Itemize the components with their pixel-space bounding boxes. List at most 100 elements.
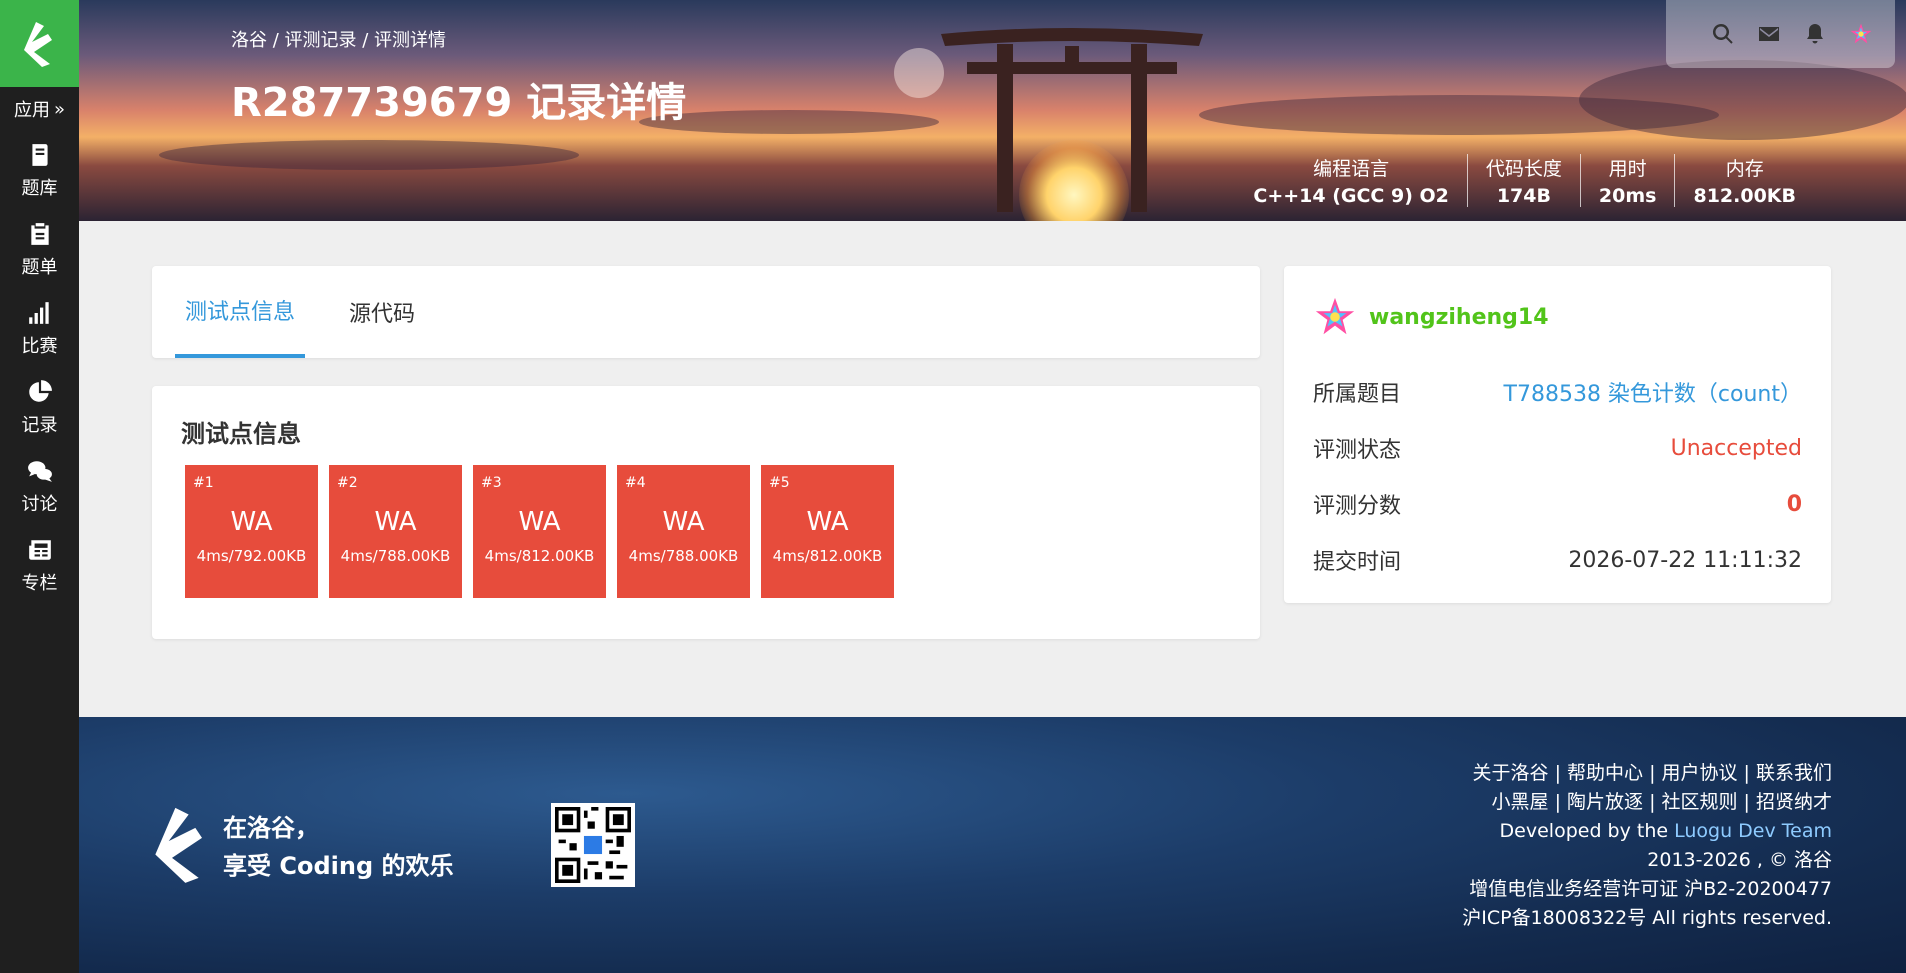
testcase-number: #2 bbox=[337, 475, 358, 491]
testcase-tile[interactable]: #3 WA 4ms/812.00KB bbox=[473, 465, 606, 598]
testcase-status: WA bbox=[518, 506, 561, 537]
info-row-score: 评测分数 0 bbox=[1313, 476, 1802, 532]
tab-testcases[interactable]: 测试点信息 bbox=[175, 266, 306, 358]
double-chevron-right-icon: » bbox=[53, 98, 65, 120]
tab-source-code[interactable]: 源代码 bbox=[339, 266, 425, 358]
info-key: 评测分数 bbox=[1313, 494, 1402, 519]
submission-info-panel: wangziheng14 所属题目 T788538 染色计数（count） 评测… bbox=[1284, 266, 1831, 603]
dev-prefix: Developed by the bbox=[1499, 820, 1675, 842]
submitter: wangziheng14 bbox=[1313, 294, 1802, 340]
user-avatar-icon[interactable] bbox=[1313, 295, 1357, 339]
info-key: 提交时间 bbox=[1313, 550, 1402, 575]
testcase-number: #4 bbox=[625, 475, 646, 491]
signal-bars-icon bbox=[28, 301, 49, 324]
sidebar-item-label: 专栏 bbox=[21, 572, 58, 594]
username-link[interactable]: wangziheng14 bbox=[1369, 305, 1549, 330]
qr-code-icon bbox=[551, 803, 635, 887]
testcase-tile[interactable]: #4 WA 4ms/788.00KB bbox=[617, 465, 750, 598]
stat-value: 812.00KB bbox=[1693, 185, 1796, 207]
score-value: 0 bbox=[1786, 491, 1802, 517]
info-row-problem: 所属题目 T788538 染色计数（count） bbox=[1313, 364, 1802, 420]
testcase-status: WA bbox=[662, 506, 705, 537]
info-row-status: 评测状态 Unaccepted bbox=[1313, 420, 1802, 476]
footer: 在洛谷， 享受 Coding 的欢乐 关于洛谷 | 帮助中心 | 用户协议 | … bbox=[79, 717, 1906, 973]
submission-stats: 编程语言 C++14 (GCC 9) O2 代码长度 174B 用时 20ms … bbox=[1235, 154, 1814, 207]
testcase-resource: 4ms/812.00KB bbox=[772, 546, 883, 565]
info-row-submit-time: 提交时间 2026-07-22 11:11:32 bbox=[1313, 532, 1802, 588]
stat-value: C++14 (GCC 9) O2 bbox=[1253, 185, 1449, 207]
header-banner: 洛谷 / 评测记录 / 评测详情 R287739679 记录详情 编程语言 C+… bbox=[79, 0, 1906, 221]
apps-toggle[interactable]: 应用 » bbox=[0, 87, 79, 131]
apps-label: 应用 bbox=[13, 100, 50, 121]
mail-icon[interactable] bbox=[1757, 22, 1781, 46]
testcase-tile[interactable]: #5 WA 4ms/812.00KB bbox=[761, 465, 894, 598]
slogan-line: 享受 Coding 的欢乐 bbox=[223, 852, 454, 880]
stat-language: 编程语言 C++14 (GCC 9) O2 bbox=[1235, 154, 1467, 207]
bell-icon[interactable] bbox=[1803, 22, 1827, 46]
problem-link[interactable]: T788538 染色计数（count） bbox=[1504, 376, 1802, 408]
sidebar-item-contests[interactable]: 比赛 bbox=[0, 289, 79, 368]
page-title: R287739679 记录详情 bbox=[231, 80, 687, 126]
banner-moon bbox=[894, 48, 944, 98]
testcase-tile[interactable]: #1 WA 4ms/792.00KB bbox=[185, 465, 318, 598]
stat-code-length: 代码长度 174B bbox=[1466, 154, 1580, 207]
sidebar-item-label: 比赛 bbox=[21, 335, 58, 357]
banner-cloud bbox=[1579, 60, 1906, 140]
newspaper-icon bbox=[28, 539, 51, 560]
torii-gate-illustration bbox=[941, 28, 1203, 212]
sidebar-item-articles[interactable]: 专栏 bbox=[0, 526, 79, 605]
testcase-resource: 4ms/788.00KB bbox=[628, 546, 739, 565]
sidebar: 应用 » 题库 题单 比赛 记录 讨论 专栏 bbox=[0, 0, 79, 973]
testcase-number: #1 bbox=[193, 475, 214, 491]
sidebar-item-label: 题单 bbox=[21, 256, 58, 278]
testcase-number: #5 bbox=[769, 475, 790, 491]
tab-bar: 测试点信息 源代码 bbox=[152, 266, 1260, 358]
footer-slogan: 在洛谷， 享受 Coding 的欢乐 bbox=[223, 809, 453, 885]
testcase-status: WA bbox=[374, 506, 417, 537]
luogu-logo[interactable] bbox=[0, 0, 79, 87]
footer-copyright: 2013-2026 , © 洛谷 bbox=[1647, 849, 1832, 871]
footer-icp[interactable]: 沪ICP备18008322号 All rights reserved. bbox=[1462, 904, 1832, 933]
footer-logo-icon bbox=[155, 807, 202, 883]
sidebar-item-records[interactable]: 记录 bbox=[0, 368, 79, 447]
testcase-status: WA bbox=[806, 506, 849, 537]
testcase-status: WA bbox=[230, 506, 273, 537]
top-toolbar bbox=[1666, 0, 1895, 68]
footer-license[interactable]: 增值电信业务经营许可证 沪B2-20200477 bbox=[1462, 875, 1832, 904]
avatar-icon[interactable] bbox=[1849, 22, 1873, 46]
stat-key: 内存 bbox=[1725, 158, 1764, 180]
footer-links-row[interactable]: 关于洛谷 | 帮助中心 | 用户协议 | 联系我们 bbox=[1462, 759, 1832, 788]
chat-icon bbox=[27, 460, 52, 482]
breadcrumb[interactable]: 洛谷 / 评测记录 / 评测详情 bbox=[231, 26, 446, 52]
status-value: Unaccepted bbox=[1670, 435, 1802, 461]
slogan-line: 在洛谷， bbox=[223, 814, 319, 842]
pie-chart-icon bbox=[28, 379, 52, 402]
sidebar-item-discuss[interactable]: 讨论 bbox=[0, 447, 79, 526]
footer-links-row[interactable]: 小黑屋 | 陶片放逐 | 社区规则 | 招贤纳才 bbox=[1462, 788, 1832, 817]
book-icon bbox=[31, 143, 48, 166]
testcase-resource: 4ms/788.00KB bbox=[340, 546, 451, 565]
info-key: 评测状态 bbox=[1313, 438, 1402, 463]
dev-team-link[interactable]: Luogu Dev Team bbox=[1674, 820, 1832, 842]
sidebar-item-label: 题库 bbox=[21, 177, 58, 199]
search-icon[interactable] bbox=[1711, 22, 1735, 46]
footer-dev-line: Developed by the Luogu Dev Team bbox=[1462, 817, 1832, 846]
footer-links: 关于洛谷 | 帮助中心 | 用户协议 | 联系我们 小黑屋 | 陶片放逐 | 社… bbox=[1462, 759, 1832, 933]
sidebar-item-label: 记录 bbox=[21, 414, 58, 436]
info-key: 所属题目 bbox=[1313, 382, 1402, 407]
testcase-list: #1 WA 4ms/792.00KB #2 WA 4ms/788.00KB #3… bbox=[181, 465, 1231, 598]
testcase-number: #3 bbox=[481, 475, 502, 491]
luogu-logo-icon bbox=[23, 21, 52, 67]
clipboard-icon bbox=[30, 222, 49, 245]
stat-value: 20ms bbox=[1598, 185, 1657, 207]
stat-time: 用时 20ms bbox=[1579, 154, 1675, 207]
testcase-tile[interactable]: #2 WA 4ms/788.00KB bbox=[329, 465, 462, 598]
testcase-resource: 4ms/812.00KB bbox=[484, 546, 595, 565]
testcase-panel-title: 测试点信息 bbox=[181, 420, 301, 448]
stat-value: 174B bbox=[1496, 185, 1551, 207]
sidebar-item-lists[interactable]: 题单 bbox=[0, 210, 79, 289]
testcase-resource: 4ms/792.00KB bbox=[196, 546, 307, 565]
sidebar-item-problems[interactable]: 题库 bbox=[0, 131, 79, 210]
banner-cloud bbox=[159, 140, 579, 170]
stat-key: 用时 bbox=[1608, 158, 1647, 180]
